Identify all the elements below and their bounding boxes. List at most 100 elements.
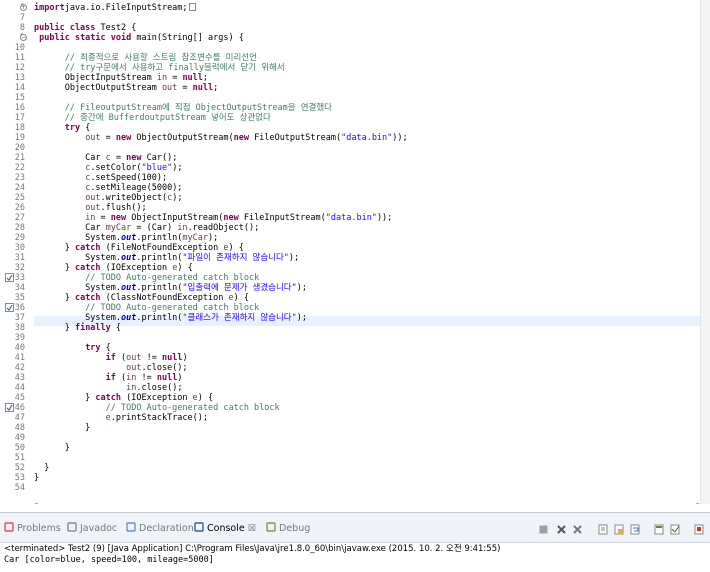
scroll-right-arrow-icon[interactable]: ▸ [696, 500, 700, 504]
view-tab-bar: Problems Javadoc Declaration Console ☒ Debug [0, 513, 710, 543]
code-line[interactable]: out = new ObjectOutputStream(new FileOut… [34, 133, 700, 143]
code-line[interactable]: public static void main(String[] args) { [34, 33, 700, 43]
code-line[interactable]: } catch (ClassNotFoundException e) { [34, 293, 700, 303]
pin-console-icon[interactable] [654, 524, 665, 535]
code-line-text: // 최종적으로 사용할 스트림 참조변수를 미리선언 [34, 53, 257, 63]
code-area[interactable]: importjava.io.FileInputStream; public cla… [34, 0, 700, 504]
remove-launch-icon[interactable] [556, 524, 567, 535]
task-marker-icon[interactable] [5, 403, 14, 412]
code-line[interactable]: // try구문에서 사용하고 finally블럭에서 닫기 위해서 [34, 63, 700, 73]
tab-declaration[interactable]: Declaration [126, 522, 194, 538]
code-line[interactable]: } finally { [34, 323, 700, 333]
task-marker-icon[interactable] [5, 303, 14, 312]
code-line[interactable]: } [34, 443, 700, 453]
horizontal-scrollbar[interactable]: ◂ ▸ [34, 500, 700, 504]
code-token: "data.bin" [325, 213, 377, 223]
code-line[interactable] [34, 453, 700, 463]
code-line[interactable] [34, 483, 700, 493]
code-line[interactable]: public class Test2 { [34, 23, 700, 33]
code-line[interactable]: // TODO Auto-generated catch block [34, 403, 700, 413]
code-token: out [126, 353, 142, 363]
code-line[interactable]: // FileoutputStream에 직접 ObjectOutputStre… [34, 103, 700, 113]
code-line[interactable]: } [34, 463, 700, 473]
code-line[interactable]: System.out.println(myCar); [34, 233, 700, 243]
code-line[interactable] [34, 143, 700, 153]
line-number: 48 [14, 423, 25, 433]
remove-all-launches-icon[interactable] [572, 524, 583, 535]
console-output[interactable]: Car [color=blue, speed=100, mileage=5000… [4, 555, 214, 566]
code-line[interactable]: ObjectInputStream in = null; [34, 73, 700, 83]
code-line[interactable]: Car myCar = (Car) in.readObject(); [34, 223, 700, 233]
code-line[interactable]: importjava.io.FileInputStream; [34, 3, 700, 13]
tab-javadoc[interactable]: Javadoc [67, 522, 117, 538]
code-line[interactable] [34, 43, 700, 53]
code-line[interactable]: } [34, 473, 700, 483]
code-line[interactable]: } catch (IOException e) { [34, 263, 700, 273]
code-token: System. [34, 233, 121, 243]
code-line[interactable]: // TODO Auto-generated catch block [34, 303, 700, 313]
code-token: new [233, 133, 249, 143]
code-line[interactable]: System.out.println("파일이 존재하지 않습니다"); [34, 253, 700, 263]
code-line[interactable]: c.setSpeed(100); [34, 173, 700, 183]
code-line[interactable]: out.flush(); [34, 203, 700, 213]
code-line[interactable]: out.close(); [34, 363, 700, 373]
code-token: ; [213, 83, 219, 93]
code-line[interactable]: c.setColor("blue"); [34, 163, 700, 173]
tab-label: Debug [279, 523, 311, 534]
expand-fold-icon[interactable]: + [20, 4, 27, 11]
code-line[interactable]: // 중간에 BufferdoutputStream 넣어도 상관없다 [34, 113, 700, 123]
code-line[interactable]: // 최종적으로 사용할 스트림 참조변수를 미리선언 [34, 53, 700, 63]
terminate-icon[interactable] [538, 524, 549, 535]
tab-problems[interactable]: Problems [4, 522, 61, 538]
code-line-text: } [34, 463, 49, 473]
word-wrap-icon[interactable] [630, 524, 641, 535]
code-line[interactable]: } catch (FileNotFoundException e) { [34, 243, 700, 253]
close-tab-icon[interactable]: ☒ [248, 524, 256, 534]
code-line[interactable]: in = new ObjectInputStream(new FileInput… [34, 213, 700, 223]
code-token: ) { [197, 393, 214, 403]
code-token: ObjectInputStream [34, 73, 157, 83]
code-line[interactable]: e.printStackTrace(); [34, 413, 700, 423]
scroll-left-arrow-icon[interactable]: ◂ [34, 500, 38, 504]
display-selected-console-icon[interactable] [670, 524, 681, 535]
code-line[interactable]: try { [34, 123, 700, 133]
code-line[interactable]: Car c = new Car(); [34, 153, 700, 163]
code-line[interactable] [34, 13, 700, 23]
code-line[interactable] [34, 93, 700, 103]
code-line[interactable] [34, 433, 700, 443]
code-line[interactable]: c.setMileage(5000); [34, 183, 700, 193]
code-editor[interactable]: 1789101112131415161718192021222324252627… [0, 0, 710, 504]
code-line[interactable]: if (out != null) [34, 353, 700, 363]
code-line[interactable]: if (in != null) [34, 373, 700, 383]
code-line[interactable]: in.close(); [34, 383, 700, 393]
code-line[interactable]: } catch (IOException e) { [34, 393, 700, 403]
code-line-text: if (out != null) [34, 353, 188, 363]
code-token: out [121, 253, 137, 263]
code-line[interactable]: ObjectOutputStream out = null; [34, 83, 700, 93]
code-line[interactable]: System.out.println("클래스가 존재하지 않습니다"); [34, 313, 700, 323]
code-line-text: ObjectOutputStream out = null; [34, 83, 219, 93]
line-number: 13 [14, 73, 25, 83]
code-line[interactable] [34, 333, 700, 343]
collapse-fold-icon[interactable]: − [20, 34, 27, 41]
code-line[interactable]: try { [34, 343, 700, 353]
scroll-lock-icon[interactable] [614, 524, 625, 535]
code-line[interactable]: // TODO Auto-generated catch block [34, 273, 700, 283]
code-line[interactable]: } [34, 423, 700, 433]
tab-console[interactable]: Console ☒ [194, 522, 256, 538]
code-line[interactable]: out.writeObject(c); [34, 193, 700, 203]
code-token: != [136, 373, 157, 383]
code-token: out [121, 313, 137, 323]
clear-console-icon[interactable] [598, 524, 609, 535]
code-line[interactable]: System.out.println("입출력에 문제가 생겼습니다"); [34, 283, 700, 293]
tab-debug[interactable]: Debug [266, 522, 310, 538]
code-token: ); [296, 313, 307, 323]
code-token: System. [34, 283, 121, 293]
folded-imports-icon[interactable] [188, 3, 196, 11]
vertical-scrollbar[interactable] [700, 0, 710, 504]
task-marker-icon[interactable] [5, 273, 14, 282]
code-token: out [85, 133, 101, 143]
open-console-icon[interactable] [694, 524, 705, 535]
